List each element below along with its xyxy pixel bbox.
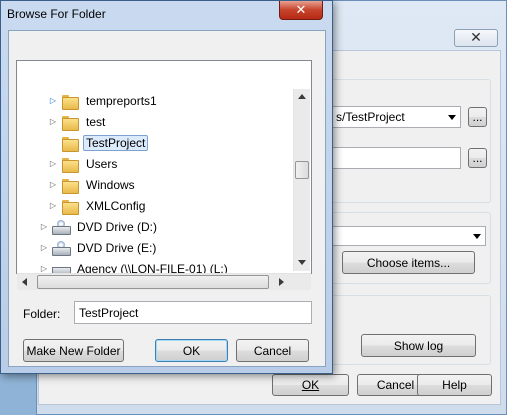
tree-item-label: Users: [86, 156, 118, 171]
show-log-button[interactable]: Show log: [361, 334, 476, 357]
tree-item-label: DVD Drive (E:): [77, 240, 157, 255]
dialog-title: Browse For Folder: [7, 7, 106, 21]
tree-item-label: Agency (\\LON-FILE-01) (L:): [77, 261, 228, 274]
choose-items-label: Choose items...: [366, 255, 451, 270]
chevron-down-icon: [473, 234, 481, 239]
tree-item[interactable]: ▷ test: [48, 111, 108, 132]
scroll-right-icon[interactable]: [279, 278, 284, 286]
horizontal-scroll-thumb[interactable]: [37, 275, 269, 289]
make-new-folder-button[interactable]: Make New Folder: [23, 339, 124, 362]
background-ok-label: OK: [301, 378, 320, 392]
scroll-up-icon[interactable]: [298, 94, 306, 99]
browse-project-label: ...: [472, 110, 483, 124]
browse-output-label: ...: [472, 151, 483, 165]
output-path-field[interactable]: [331, 147, 461, 169]
background-ok-button[interactable]: OK: [272, 374, 349, 396]
tree-item[interactable]: ▷ XMLConfig: [48, 195, 148, 216]
expand-arrow-icon[interactable]: ▷: [39, 222, 49, 231]
folder-icon: [61, 94, 79, 110]
choose-items-button[interactable]: Choose items...: [342, 251, 475, 274]
dvd-drive-icon: [52, 219, 71, 235]
expand-arrow-icon[interactable]: ▷: [39, 243, 49, 252]
scroll-down-icon[interactable]: [298, 260, 306, 265]
tree-item-label: tempreports1: [86, 93, 157, 108]
folder-icon: [61, 136, 79, 152]
tree-item[interactable]: ▷ Users: [48, 153, 120, 174]
folder-label: Folder:: [23, 307, 61, 321]
tree-item-label: test: [86, 114, 106, 129]
horizontal-scrollbar[interactable]: [17, 273, 311, 290]
tree-item[interactable]: ▷ tempreports1: [48, 90, 160, 111]
close-button[interactable]: ✕: [279, 1, 323, 20]
folder-tree[interactable]: ▷ tempreports1 ▷ test TestProject ▷ User…: [16, 60, 312, 274]
dvd-drive-icon: [52, 240, 71, 256]
expand-arrow-icon[interactable]: ▷: [48, 201, 58, 210]
background-help-button[interactable]: Help: [417, 374, 492, 396]
folder-input-value: TestProject: [79, 305, 139, 320]
background-help-label: Help: [442, 378, 467, 392]
folder-icon: [61, 178, 79, 194]
browse-project-button[interactable]: ...: [468, 107, 487, 127]
background-cancel-label: Cancel: [376, 378, 415, 392]
chevron-down-icon: [448, 115, 456, 120]
vertical-scrollbar[interactable]: [293, 89, 310, 271]
project-path-combo[interactable]: s/TestProject: [331, 106, 461, 128]
folder-icon: [61, 157, 79, 173]
ok-button[interactable]: OK: [155, 339, 228, 362]
close-icon: ✕: [295, 2, 307, 17]
cancel-button[interactable]: Cancel: [236, 339, 309, 362]
tree-item-label: Windows: [86, 177, 135, 192]
browse-output-button[interactable]: ...: [468, 148, 487, 168]
show-log-label: Show log: [393, 338, 444, 353]
project-path-value: s/TestProject: [336, 110, 405, 124]
folder-icon: [61, 115, 79, 131]
expand-arrow-icon[interactable]: ▷: [48, 180, 58, 189]
tree-item[interactable]: ▷ DVD Drive (D:): [39, 216, 160, 237]
cancel-label: Cancel: [253, 343, 292, 358]
tree-item[interactable]: ▷ Windows: [48, 174, 138, 195]
expand-arrow-icon[interactable]: ▷: [48, 159, 58, 168]
expand-arrow-icon[interactable]: ▷: [48, 117, 58, 126]
ok-label: OK: [182, 343, 201, 358]
tree-item-selected[interactable]: TestProject: [48, 132, 149, 153]
make-new-folder-label: Make New Folder: [26, 343, 121, 358]
tree-item[interactable]: ▷ DVD Drive (E:): [39, 237, 159, 258]
expand-arrow-icon[interactable]: ▷: [48, 96, 58, 105]
scroll-left-icon[interactable]: [22, 278, 27, 286]
tree-item-label: XMLConfig: [86, 198, 146, 213]
items-combo[interactable]: [331, 226, 486, 246]
folder-input[interactable]: TestProject: [74, 301, 312, 324]
vertical-scroll-thumb[interactable]: [295, 161, 309, 179]
background-close-button[interactable]: ✕: [454, 29, 498, 47]
tree-item-label: TestProject: [83, 134, 149, 151]
browse-for-folder-dialog: Browse For Folder ✕ ▷ tempreports1 ▷ tes…: [0, 0, 333, 374]
expand-arrow-icon[interactable]: ▷: [39, 264, 49, 273]
close-icon: ✕: [470, 29, 482, 45]
tree-item[interactable]: ▷ Agency (\\LON-FILE-01) (L:): [39, 258, 231, 274]
folder-icon: [61, 199, 79, 215]
tree-item-label: DVD Drive (D:): [77, 219, 157, 234]
